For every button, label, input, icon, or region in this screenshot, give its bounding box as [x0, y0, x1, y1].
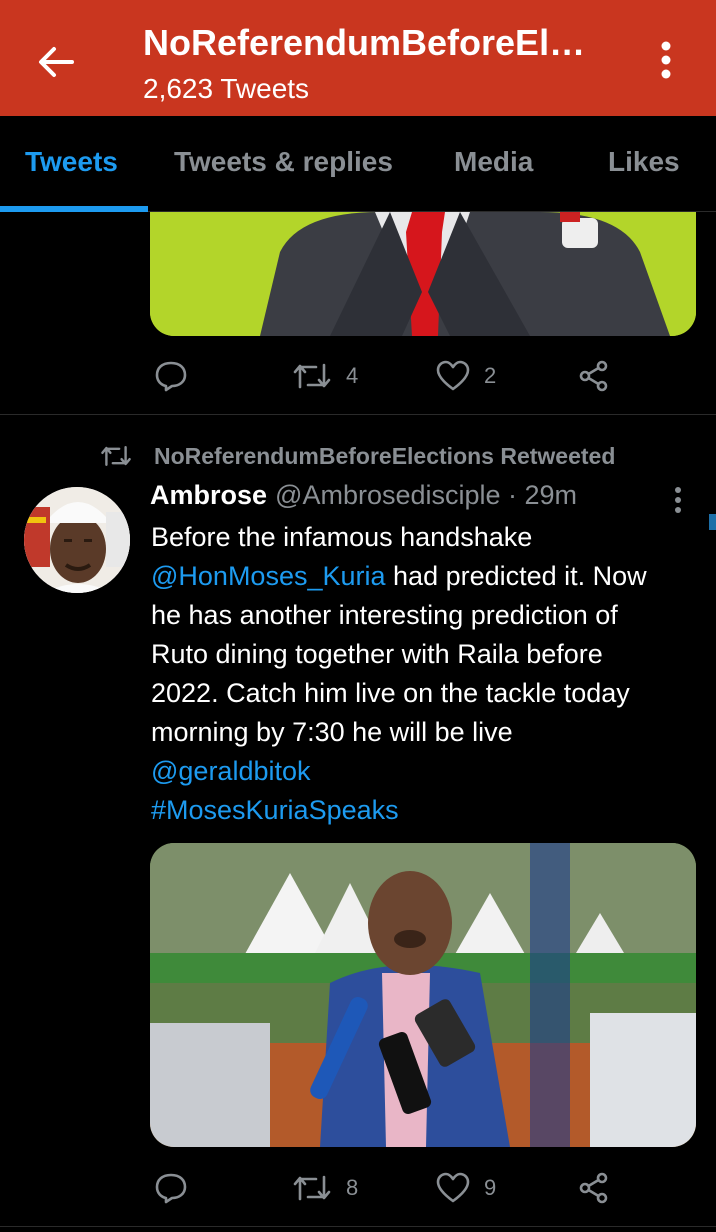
tweet-text: Before the infamous handshake @HonMoses_…: [151, 518, 711, 830]
retweet-icon: [293, 1175, 331, 1201]
tweet-image[interactable]: [150, 212, 696, 336]
tweet-text-line: @HonMoses_Kuria had predicted it. Now: [151, 557, 711, 596]
retweet-icon: [293, 363, 331, 389]
avatar-image: [24, 487, 130, 593]
tab-tweets-replies[interactable]: Tweets & replies: [174, 146, 393, 178]
tweet-header: Ambrose @Ambrosedisciple · 29m: [150, 480, 577, 520]
author-handle-time[interactable]: @Ambrosedisciple · 29m: [275, 480, 577, 511]
tab-tweets[interactable]: Tweets: [25, 146, 118, 178]
tweet-text-line: 2022. Catch him live on the tackle today: [151, 678, 630, 708]
tweet-text-line: morning by 7:30 he will be live: [151, 717, 513, 747]
tweet-divider: [0, 414, 716, 415]
like-count: 2: [484, 363, 497, 388]
share-button[interactable]: [578, 1168, 610, 1208]
app-header: NoReferendumBeforeEl… 2,623 Tweets: [0, 0, 716, 116]
heart-icon: [436, 360, 470, 391]
tweet-count: 2,623 Tweets: [143, 73, 310, 104]
mention-link[interactable]: @geraldbitok: [151, 752, 711, 791]
reply-icon: [155, 361, 187, 392]
retweeted-by[interactable]: NoReferendumBeforeElections Retweeted: [100, 440, 615, 472]
mention-link[interactable]: @HonMoses_Kuria: [151, 561, 386, 591]
tweet-image-illustration: [150, 843, 696, 1147]
vertical-dots-icon: [661, 41, 671, 79]
retweeted-by-label: NoReferendumBeforeElections Retweeted: [154, 442, 616, 469]
active-tab-indicator: [0, 206, 148, 212]
more-options-button[interactable]: [646, 36, 686, 84]
retweet-count: 8: [346, 1175, 359, 1200]
like-count: 9: [484, 1175, 497, 1200]
reply-icon: [155, 1173, 187, 1204]
vertical-dots-icon: [675, 487, 681, 513]
tweet-divider: [0, 1226, 716, 1227]
tweet-actions: 8 9: [150, 1168, 670, 1208]
tweet-actions: 4 2: [150, 356, 670, 396]
tweet-text-line: Before the infamous handshake: [151, 522, 533, 552]
retweet-button[interactable]: 8: [292, 1168, 358, 1208]
reply-button[interactable]: [154, 1168, 188, 1208]
heart-icon: [436, 1172, 470, 1203]
tab-media[interactable]: Media: [454, 146, 533, 178]
tab-likes[interactable]: Likes: [608, 146, 680, 178]
tweet-text-line: Ruto dining together with Raila before: [151, 639, 603, 669]
retweet-button[interactable]: 4: [292, 356, 358, 396]
profile-tabs: Tweets Tweets & replies Media Likes: [0, 116, 716, 212]
avatar[interactable]: [24, 487, 130, 593]
hashtag-link[interactable]: #MosesKuriaSpeaks: [151, 791, 711, 830]
scrollbar-thumb[interactable]: [709, 514, 716, 530]
reply-button[interactable]: [154, 356, 188, 396]
back-button[interactable]: [32, 38, 80, 86]
tweet-text-segment: had predicted it. Now: [393, 561, 647, 591]
like-button[interactable]: 2: [436, 356, 496, 396]
author-name[interactable]: Ambrose: [150, 480, 267, 511]
retweet-count: 4: [346, 363, 359, 388]
arrow-left-icon: [39, 47, 74, 77]
share-button[interactable]: [578, 356, 610, 396]
share-icon: [579, 360, 608, 392]
like-button[interactable]: 9: [436, 1168, 496, 1208]
share-icon: [579, 1172, 608, 1204]
tweet-options-button[interactable]: [664, 484, 692, 516]
tweet-text-line: he has another interesting prediction of: [151, 600, 618, 630]
tweet-image[interactable]: [150, 843, 696, 1147]
retweet-icon: [101, 446, 131, 466]
page-title: NoReferendumBeforeEl…: [143, 22, 586, 63]
tweet-image-illustration: [150, 212, 696, 336]
